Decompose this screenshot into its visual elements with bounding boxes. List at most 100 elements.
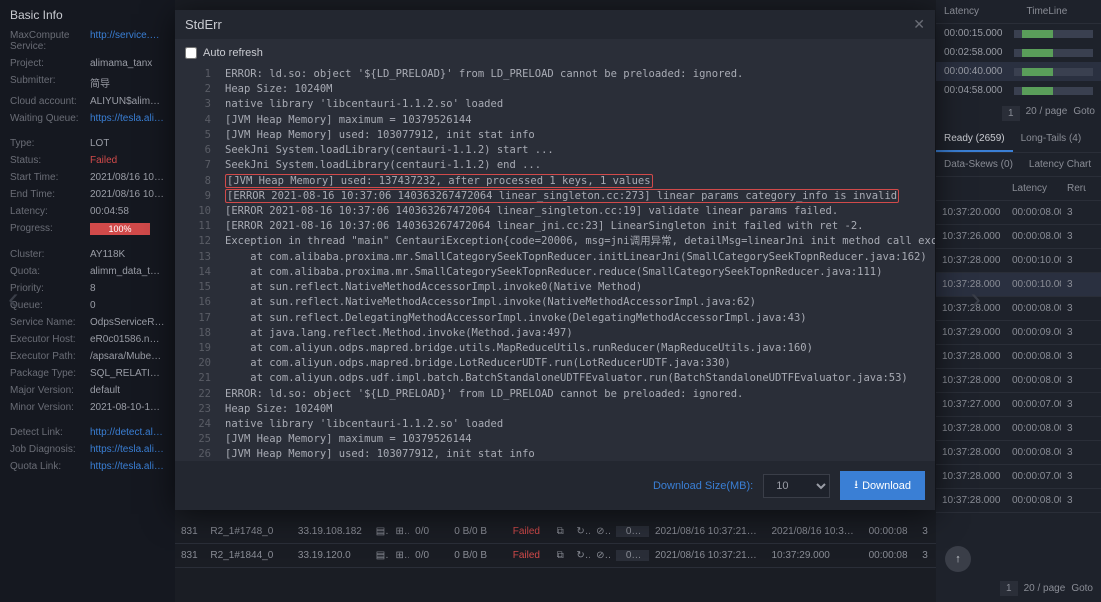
download-icon: ⭳ <box>854 476 858 495</box>
stop-icon[interactable]: ⊘ <box>590 550 610 561</box>
info-row: Quota Link:https://tesla.alibaba-... <box>10 461 165 472</box>
col-latency[interactable]: Latency <box>936 0 1019 23</box>
timeline-latency: 00:04:58.000 <box>944 85 1014 96</box>
info-value: SQL_RELATIVE_TASK <box>90 368 165 379</box>
right-table-head: Latency Rerun <box>936 177 1101 201</box>
timeline-row[interactable]: 00:00:15.000 <box>936 24 1101 43</box>
timeline-row[interactable]: 00:04:58.000 <box>936 81 1101 100</box>
info-value: OdpsServiceReleaseR <box>90 317 165 328</box>
info-value[interactable]: https://tesla.alibaba-... <box>90 444 165 455</box>
log-line: 7SeekJni System.loadLibrary(centauri-1.1… <box>185 158 925 173</box>
stop-icon[interactable]: ⊘ <box>590 526 610 537</box>
right-panel: Latency TimeLine 00:00:15.00000:02:58.00… <box>936 0 1101 602</box>
th-latency[interactable]: Latency <box>1006 177 1061 200</box>
download-size-select[interactable]: 10 <box>763 474 830 498</box>
info-key: Submitter: <box>10 75 90 90</box>
download-button[interactable]: ⭳ Download <box>840 471 925 500</box>
info-row: Job Diagnosis:https://tesla.alibaba-... <box>10 444 165 455</box>
copy-icon[interactable]: ⧉ <box>551 526 571 537</box>
bottom-pager-page[interactable]: 1 <box>1000 581 1018 596</box>
scroll-top-button[interactable]: ↑ <box>945 546 971 572</box>
log-line: 23Heap Size: 10240M <box>185 402 925 417</box>
log-area[interactable]: 1ERROR: ld.so: object '${LD_PRELOAD}' fr… <box>175 67 935 461</box>
task-row[interactable]: 831R2_1#1844_033.19.120.0▤⊞0/00 B/0 BFai… <box>175 544 936 568</box>
retry-icon[interactable]: ↻ <box>570 526 590 537</box>
table-row[interactable]: 10:37:28.00000:00:08.0003 <box>936 297 1101 321</box>
info-row: Status:Failed <box>10 155 165 166</box>
info-row: Quota:alimm_data_tanx <box>10 266 165 277</box>
info-value: eR0c01586.nu82 <box>90 334 165 345</box>
copy-icon[interactable]: ⧉ <box>551 550 571 561</box>
info-row: Queue:0 <box>10 300 165 311</box>
th-rerun[interactable]: Rerun <box>1061 177 1086 200</box>
info-value: alimm_data_tanx <box>90 266 165 277</box>
table-row[interactable]: 10:37:28.00000:00:07.0003 <box>936 465 1101 489</box>
tab-ready[interactable]: Ready (2659) <box>936 127 1013 152</box>
log-line: 2Heap Size: 10240M <box>185 82 925 97</box>
pager-page[interactable]: 1 <box>1002 106 1020 121</box>
info-value[interactable]: https://tesla.alibaba-... <box>90 113 165 124</box>
close-icon[interactable]: ✕ <box>913 16 925 33</box>
info-key: Executor Path: <box>10 351 90 362</box>
log-line: 12Exception in thread "main" CentauriExc… <box>185 234 925 249</box>
info-value: 2021/08/16 10:33:11 <box>90 172 165 183</box>
info-value: 8 <box>90 283 96 294</box>
timeline-row[interactable]: 00:00:40.000 <box>936 62 1101 81</box>
info-row: Start Time:2021/08/16 10:33:11 <box>10 172 165 183</box>
chart-icon[interactable]: ⊞ <box>389 526 409 537</box>
info-row: Package Type:SQL_RELATIVE_TASK <box>10 368 165 379</box>
info-value[interactable]: http://service.odps.al <box>90 30 165 52</box>
info-value[interactable]: https://tesla.alibaba-... <box>90 461 165 472</box>
nav-prev-icon[interactable]: ‹ <box>8 280 19 317</box>
table-row[interactable]: 10:37:20.00000:00:08.0003 <box>936 201 1101 225</box>
auto-refresh-checkbox[interactable] <box>185 47 197 59</box>
log-line: 18 at java.lang.reflect.Method.invoke(Me… <box>185 326 925 341</box>
table-row[interactable]: 10:37:29.00000:00:09.0003 <box>936 321 1101 345</box>
table-row[interactable]: 10:37:28.00000:00:10.0003 <box>936 273 1101 297</box>
tab-longtails[interactable]: Long-Tails (4) <box>1013 127 1090 152</box>
info-value: LOT <box>90 138 109 149</box>
bottom-pager-per[interactable]: 20 / page <box>1024 583 1066 594</box>
timeline-bar <box>1014 68 1093 76</box>
log-line: 1ERROR: ld.so: object '${LD_PRELOAD}' fr… <box>185 67 925 82</box>
log-line: 4[JVM Heap Memory] maximum = 10379526144 <box>185 113 925 128</box>
tab-latencychart[interactable]: Latency Chart <box>1021 153 1099 176</box>
doc-icon[interactable]: ▤ <box>370 550 390 561</box>
task-table: 831R2_1#1748_033.19.108.182▤⊞0/00 B/0 BF… <box>175 520 936 568</box>
info-value: alimama_tanx <box>90 58 152 69</box>
info-key: Waiting Queue: <box>10 113 90 124</box>
log-line: 25[JVM Heap Memory] maximum = 1037952614… <box>185 432 925 447</box>
info-value[interactable]: http://detect.alibaba <box>90 427 165 438</box>
table-row[interactable]: 10:37:27.00000:00:07.0003 <box>936 393 1101 417</box>
table-row[interactable]: 10:37:28.00000:00:08.0003 <box>936 489 1101 513</box>
table-row[interactable]: 10:37:28.00000:00:10.0003 <box>936 249 1101 273</box>
table-row[interactable]: 10:37:28.00000:00:08.0003 <box>936 441 1101 465</box>
log-line: 20 at com.aliyun.odps.mapred.bridge.LotR… <box>185 356 925 371</box>
pager-per[interactable]: 20 / page <box>1026 106 1068 121</box>
table-row[interactable]: 10:37:28.00000:00:08.0003 <box>936 417 1101 441</box>
info-key: Major Version: <box>10 385 90 396</box>
info-value: 2021-08-10-10-42-... <box>90 402 165 413</box>
timeline-row[interactable]: 00:02:58.000 <box>936 43 1101 62</box>
log-line: 5[JVM Heap Memory] used: 103077912, init… <box>185 128 925 143</box>
info-value: default <box>90 385 120 396</box>
info-row: Executor Host:eR0c01586.nu82 <box>10 334 165 345</box>
chart-icon[interactable]: ⊞ <box>389 550 409 561</box>
info-row: Latency:00:04:58 <box>10 206 165 217</box>
doc-icon[interactable]: ▤ <box>370 526 390 537</box>
log-line: 14 at com.alibaba.proxima.mr.SmallCatego… <box>185 265 925 280</box>
info-key: Latency: <box>10 206 90 217</box>
bottom-pager-goto[interactable]: Goto <box>1071 583 1093 594</box>
col-timeline[interactable]: TimeLine <box>1019 0 1101 23</box>
pager-goto[interactable]: Goto <box>1073 106 1095 121</box>
table-row[interactable]: 10:37:26.00000:00:08.0003 <box>936 225 1101 249</box>
tab-dataskews[interactable]: Data-Skews (0) <box>936 153 1021 176</box>
task-row[interactable]: 831R2_1#1748_033.19.108.182▤⊞0/00 B/0 BF… <box>175 520 936 544</box>
timeline-latency: 00:00:40.000 <box>944 66 1014 77</box>
retry-icon[interactable]: ↻ <box>570 550 590 561</box>
table-row[interactable]: 10:37:28.00000:00:08.0003 <box>936 345 1101 369</box>
nav-next-icon[interactable]: › <box>970 280 981 317</box>
info-key: MaxCompute Service: <box>10 30 90 52</box>
info-row: Submitter:简导 <box>10 75 165 90</box>
table-row[interactable]: 10:37:28.00000:00:08.0003 <box>936 369 1101 393</box>
